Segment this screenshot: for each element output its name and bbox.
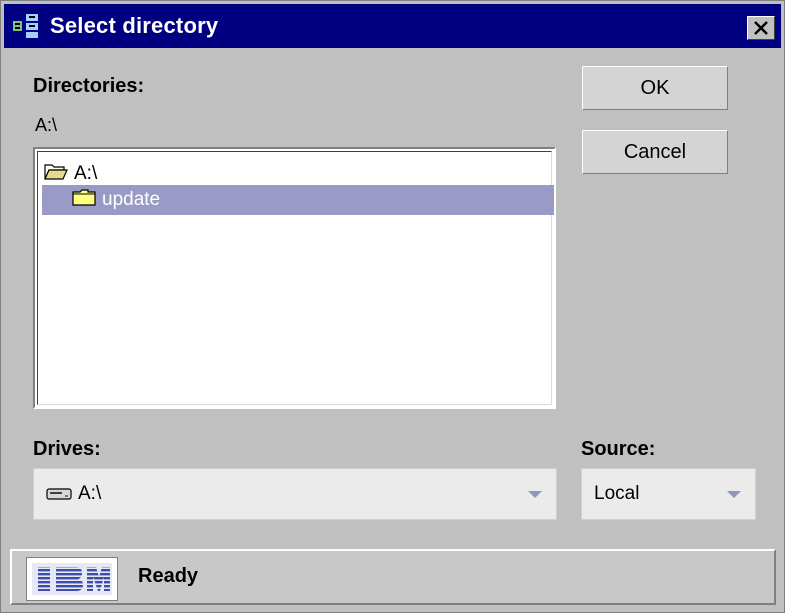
select-directory-dialog: Select directory Directories: A:\ A:\ up… xyxy=(0,0,785,613)
status-bar: Ready xyxy=(10,549,776,605)
close-button[interactable] xyxy=(747,16,775,40)
ibm-logo xyxy=(26,557,118,601)
tree-item-label: update xyxy=(102,189,161,210)
open-folder-icon xyxy=(44,162,68,186)
folder-icon xyxy=(72,188,96,212)
close-icon xyxy=(754,21,768,35)
window-title: Select directory xyxy=(50,13,219,38)
directories-label: Directories: xyxy=(33,75,145,97)
app-icon xyxy=(12,13,42,39)
source-label: Source: xyxy=(581,438,656,460)
tree-item-label: A:\ xyxy=(74,163,98,184)
source-value: Local xyxy=(594,483,640,504)
drive-icon xyxy=(46,487,72,501)
ok-button[interactable]: OK xyxy=(582,66,728,110)
directory-tree[interactable]: A:\ update xyxy=(33,147,556,409)
chevron-down-icon xyxy=(528,491,542,498)
tree-item-update[interactable]: update xyxy=(42,185,554,215)
drives-value: A:\ xyxy=(78,483,102,504)
cancel-button[interactable]: Cancel xyxy=(582,130,728,174)
title-bar[interactable]: Select directory xyxy=(4,4,781,48)
current-path: A:\ xyxy=(35,115,58,135)
drives-dropdown[interactable]: A:\ xyxy=(33,468,557,520)
drives-label: Drives: xyxy=(33,438,101,460)
chevron-down-icon xyxy=(727,491,741,498)
status-text: Ready xyxy=(138,565,199,587)
source-dropdown[interactable]: Local xyxy=(581,468,756,520)
